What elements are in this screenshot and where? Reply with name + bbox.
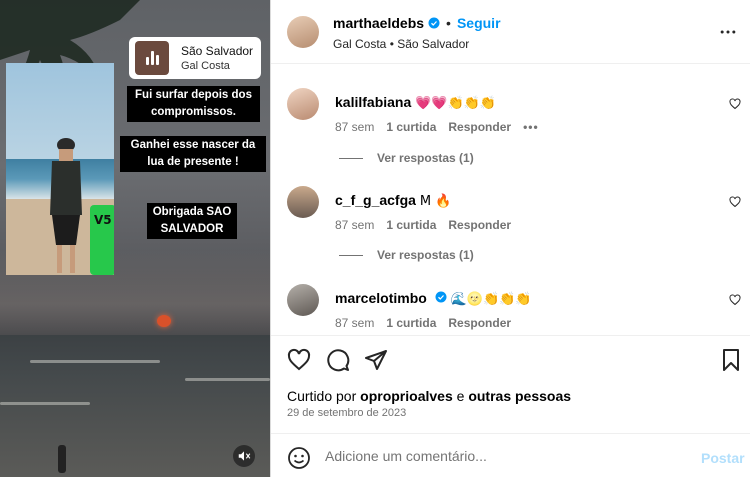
avatar[interactable]	[287, 284, 319, 316]
comment-age[interactable]: 87 sem	[335, 316, 374, 330]
person-silhouette	[58, 445, 66, 473]
save-bookmark-icon[interactable]	[719, 348, 743, 372]
caption-3: Obrigada SAO SALVADOR	[147, 203, 237, 239]
sea	[0, 335, 270, 477]
view-replies-label: Ver respostas (1)	[377, 248, 474, 262]
wave	[30, 360, 160, 363]
comment-age[interactable]: 87 sem	[335, 218, 374, 232]
post-sidebar: marthaeldebs • Seguir Gal Costa • São Sa…	[270, 0, 750, 477]
like-comment-icon[interactable]	[729, 294, 741, 306]
wave	[0, 402, 90, 405]
liked-by-join: e	[456, 388, 465, 404]
board-logo: V5	[94, 213, 112, 227]
comment-text: 🌊🌝👏👏👏	[450, 292, 532, 307]
moon	[157, 315, 171, 327]
speaker-muted-icon	[238, 451, 251, 461]
view-replies-button[interactable]: Ver respostas (1)	[339, 248, 474, 262]
surfer-figure	[50, 138, 82, 273]
caption-1: Fui surfar depois dos compromissos.	[127, 86, 260, 122]
inset-photo: V5	[6, 63, 114, 275]
post-media[interactable]: V5 São Salvador Gal Costa Fui surfar dep…	[0, 0, 270, 477]
post-date[interactable]: 29 de setembro de 2023	[287, 407, 406, 419]
album-cover	[135, 41, 169, 75]
liked-by-prefix: Curtido por	[287, 388, 357, 404]
like-comment-icon[interactable]	[729, 98, 741, 110]
author-username[interactable]: marthaeldebs	[333, 15, 424, 31]
wave	[185, 378, 270, 381]
comment-likes[interactable]: 1 curtida	[386, 120, 436, 134]
caption-2: Ganhei esse nascer da lua de presente !	[120, 136, 266, 172]
post-subtitle[interactable]: Gal Costa • São Salvador	[333, 37, 469, 51]
avatar[interactable]	[287, 88, 319, 120]
comment-text: M 🔥	[419, 194, 452, 209]
comment-icon[interactable]	[326, 348, 350, 372]
like-icon[interactable]	[287, 348, 311, 372]
comment-username[interactable]: kalilfabiana	[335, 94, 411, 110]
avatar[interactable]	[287, 16, 319, 48]
more-options-icon[interactable]	[718, 22, 738, 42]
verified-badge-icon	[435, 291, 447, 303]
emoji-icon[interactable]	[287, 446, 311, 470]
post-comment-button[interactable]: Postar	[701, 450, 745, 466]
verified-badge-icon	[428, 17, 440, 29]
follow-button[interactable]: Seguir	[457, 15, 501, 31]
comment-username[interactable]: marcelotimbo	[335, 290, 427, 306]
separator-dot: •	[446, 15, 451, 31]
comment-likes[interactable]: 1 curtida	[386, 218, 436, 232]
song-title: São Salvador	[181, 44, 254, 58]
liked-by-user[interactable]: oproprioalves	[360, 388, 453, 404]
comment-likes[interactable]: 1 curtida	[386, 316, 436, 330]
reply-button[interactable]: Responder	[448, 218, 511, 232]
comment-text: 💗💗👏👏👏	[415, 96, 497, 111]
avatar[interactable]	[287, 186, 319, 218]
mute-button[interactable]	[233, 445, 255, 467]
view-replies-button[interactable]: Ver respostas (1)	[339, 151, 474, 165]
comment-more-button[interactable]: •••	[523, 120, 539, 134]
liked-by-text: Curtido por oproprioalves e outras pesso…	[287, 388, 571, 404]
like-comment-icon[interactable]	[729, 196, 741, 208]
post-actions: Curtido por oproprioalves e outras pesso…	[271, 335, 750, 433]
reply-button[interactable]: Responder	[448, 316, 511, 330]
liked-by-others[interactable]: outras pessoas	[468, 388, 571, 404]
add-comment-bar: Postar	[271, 433, 750, 477]
comment-input[interactable]	[325, 448, 645, 464]
equalizer-icon	[145, 51, 159, 65]
song-artist: Gal Costa	[181, 60, 230, 72]
share-icon[interactable]	[364, 348, 388, 372]
comment-age[interactable]: 87 sem	[335, 120, 374, 134]
comment-username[interactable]: c_f_g_acfga	[335, 192, 416, 208]
reply-button[interactable]: Responder	[448, 120, 511, 134]
view-replies-label: Ver respostas (1)	[377, 151, 474, 165]
music-sticker[interactable]: São Salvador Gal Costa	[129, 37, 261, 79]
post-header: marthaeldebs • Seguir Gal Costa • São Sa…	[271, 0, 750, 64]
